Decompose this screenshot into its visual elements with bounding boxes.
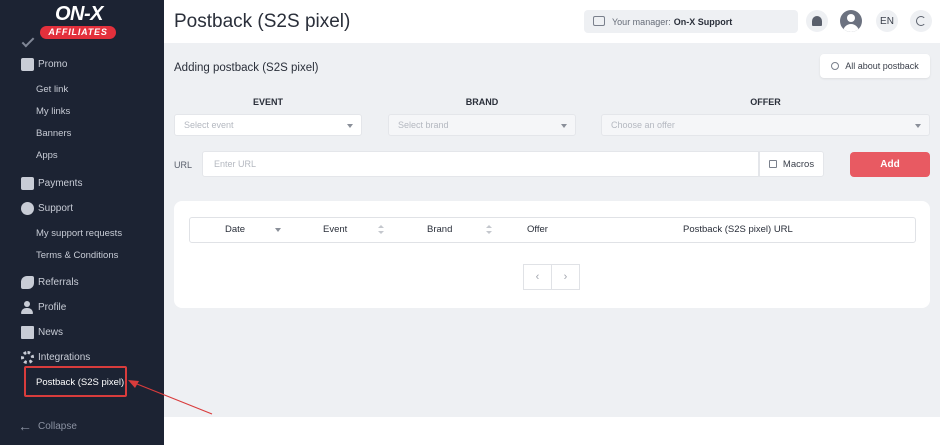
- brand-label: BRAND: [465, 97, 499, 107]
- handshake-icon: [20, 275, 34, 289]
- collapse-label: Collapse: [38, 420, 77, 432]
- column-header-date[interactable]: Date: [225, 218, 245, 242]
- sort-desc-icon[interactable]: [275, 228, 281, 232]
- logout-button[interactable]: [910, 10, 932, 32]
- offer-label: OFFER: [750, 97, 781, 107]
- add-button[interactable]: Add: [850, 152, 930, 177]
- chevron-left-icon: ‹: [535, 271, 540, 283]
- arrow-left-icon: ←: [18, 418, 32, 434]
- support-icon: [20, 201, 34, 215]
- clock-icon: [831, 62, 840, 70]
- about-button-label: All about postback: [845, 61, 919, 71]
- offer-placeholder: Choose an offer: [611, 120, 675, 130]
- table-header-row: Date Event Brand Offer Postback (S2S pix…: [189, 217, 916, 243]
- main-content: Adding postback (S2S pixel) All about po…: [164, 43, 940, 417]
- avatar[interactable]: [840, 10, 862, 32]
- highlight-box: [24, 366, 127, 397]
- sidebar-subitem-my-support-requests[interactable]: My support requests: [36, 227, 122, 241]
- sidebar-item-label: News: [38, 326, 64, 338]
- top-header: Postback (S2S pixel) Your manager: On-X …: [164, 0, 940, 43]
- chevron-down-icon: [915, 124, 921, 128]
- manager-name: On-X Support: [673, 16, 733, 27]
- language-label: EN: [880, 15, 894, 27]
- sidebar-item-support[interactable]: Support: [0, 197, 164, 219]
- manager-info[interactable]: Your manager: On-X Support: [584, 10, 798, 33]
- column-header-brand[interactable]: Brand: [427, 218, 452, 242]
- sidebar-item-label: Payments: [38, 177, 83, 189]
- person-icon: [20, 300, 34, 314]
- previous-page-button[interactable]: ‹: [523, 264, 552, 290]
- bell-icon: [812, 16, 822, 26]
- column-header-event[interactable]: Event: [323, 218, 347, 242]
- dashboard-icon[interactable]: [21, 34, 35, 48]
- logo-main-text: ON-X: [55, 3, 104, 25]
- sidebar-item-referrals[interactable]: Referrals: [0, 271, 164, 293]
- sidebar-item-payments[interactable]: Payments: [0, 172, 164, 194]
- chevron-down-icon: [347, 124, 353, 128]
- logo-sub-text: AFFILIATES: [40, 26, 116, 39]
- chevron-down-icon: [561, 124, 567, 128]
- notifications-button[interactable]: [806, 10, 828, 32]
- brand-placeholder: Select brand: [398, 120, 449, 130]
- wallet-icon: [20, 176, 34, 190]
- sidebar-item-label: Integrations: [38, 351, 91, 363]
- next-page-button[interactable]: ›: [551, 264, 580, 290]
- postback-table: Date Event Brand Offer Postback (S2S pix…: [174, 201, 930, 308]
- language-button[interactable]: EN: [876, 10, 898, 32]
- chevron-right-icon: ›: [563, 271, 568, 283]
- promo-icon: [20, 57, 34, 71]
- section-title: Adding postback (S2S pixel): [174, 62, 319, 74]
- calendar-icon: [768, 160, 777, 168]
- url-placeholder: Enter URL: [214, 159, 257, 169]
- event-placeholder: Select event: [184, 120, 234, 130]
- column-header-offer: Offer: [527, 224, 548, 235]
- sidebar-subitem-terms-conditions[interactable]: Terms & Conditions: [36, 249, 118, 263]
- brand-select[interactable]: Select brand: [388, 114, 576, 136]
- collapse-button[interactable]: ← Collapse: [18, 418, 77, 434]
- url-label: URL: [174, 160, 193, 170]
- gear-icon: [20, 350, 34, 364]
- sidebar: ON-X AFFILIATES Promo Get link My links …: [0, 0, 164, 445]
- offer-select[interactable]: Choose an offer: [601, 114, 930, 136]
- logout-icon: [916, 16, 926, 26]
- sidebar-item-label: Referrals: [38, 276, 79, 288]
- event-label: EVENT: [252, 97, 283, 107]
- sidebar-subitem-get-link[interactable]: Get link: [36, 83, 68, 97]
- sidebar-item-label: Support: [38, 202, 74, 214]
- sort-icon[interactable]: [378, 225, 384, 235]
- chat-icon: [593, 16, 605, 26]
- sidebar-item-label: Profile: [38, 301, 67, 313]
- column-header-postback-url: Postback (S2S pixel) URL: [683, 224, 793, 235]
- news-icon: [20, 325, 34, 339]
- sidebar-item-integrations[interactable]: Integrations: [0, 346, 164, 368]
- sidebar-item-label: Promo: [38, 58, 68, 70]
- sidebar-subitem-banners[interactable]: Banners: [36, 127, 71, 141]
- sidebar-item-profile[interactable]: Profile: [0, 296, 164, 318]
- on-x-affiliates-logo[interactable]: ON-X AFFILIATES: [40, 4, 118, 40]
- sort-icon[interactable]: [486, 225, 492, 235]
- manager-prefix: Your manager:: [612, 16, 671, 27]
- sidebar-item-news[interactable]: News: [0, 321, 164, 343]
- all-about-postback-button[interactable]: All about postback: [820, 54, 930, 78]
- page-title: Postback (S2S pixel): [174, 11, 351, 32]
- sidebar-item-promo[interactable]: Promo: [0, 53, 164, 75]
- macros-label: Macros: [782, 158, 815, 170]
- sidebar-subitem-my-links[interactable]: My links: [36, 105, 70, 119]
- sidebar-subitem-apps[interactable]: Apps: [36, 149, 58, 163]
- event-select[interactable]: Select event: [174, 114, 362, 136]
- url-input[interactable]: Enter URL: [202, 151, 759, 177]
- macros-button[interactable]: Macros: [759, 151, 824, 177]
